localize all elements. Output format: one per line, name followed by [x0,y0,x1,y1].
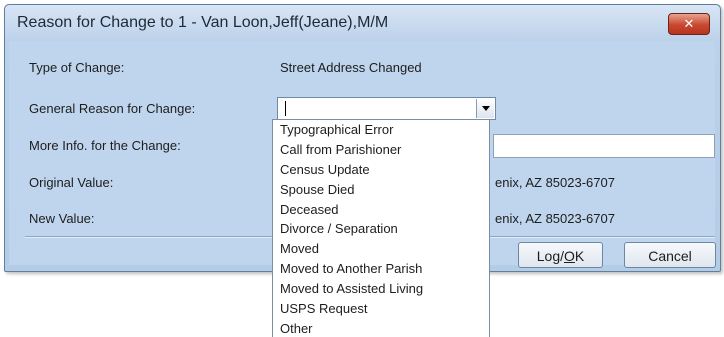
close-button[interactable]: ✕ [668,13,710,35]
new-value-text: enix, AZ 85023-6707 [495,211,615,226]
more-info-input[interactable] [493,134,715,158]
general-reason-combobox[interactable] [277,97,496,120]
dialog-title: Reason for Change to 1 - Van Loon,Jeff(J… [17,14,389,31]
dropdown-option-moved-to-another-parish[interactable]: Moved to Another Parish [273,259,489,279]
close-icon: ✕ [683,16,695,31]
dropdown-option-divorce-separation[interactable]: Divorce / Separation [273,219,489,239]
original-value-label: Original Value: [29,175,114,190]
dropdown-button[interactable] [476,99,494,118]
chevron-down-icon [481,106,490,111]
more-info-label: More Info. for the Change: [29,138,181,153]
cancel-button-label: Cancel [648,248,692,264]
log-ok-suffix: K [574,248,585,264]
dropdown-option-moved[interactable]: Moved [273,239,489,259]
dropdown-option-usps-request[interactable]: USPS Request [273,299,489,319]
log-ok-prefix: Log/ [536,248,564,264]
cancel-button[interactable]: Cancel [624,242,716,268]
dropdown-option-spouse-died[interactable]: Spouse Died [273,180,489,200]
dropdown-option-other[interactable]: Other [273,319,489,337]
type-of-change-label: Type of Change: [29,60,125,75]
general-reason-label: General Reason for Change: [29,101,196,116]
reason-dropdown-list[interactable]: Typographical Error Call from Parishione… [272,119,490,337]
dropdown-option-call-from-parishioner[interactable]: Call from Parishioner [273,140,489,160]
dropdown-option-deceased[interactable]: Deceased [273,200,489,220]
new-value-label: New Value: [29,211,95,226]
log-ok-mnemonic: O [564,248,575,264]
type-of-change-value: Street Address Changed [280,60,422,75]
dropdown-option-moved-to-assisted-living[interactable]: Moved to Assisted Living [273,279,489,299]
title-bar[interactable]: Reason for Change to 1 - Van Loon,Jeff(J… [5,5,720,41]
dropdown-option-census-update[interactable]: Census Update [273,160,489,180]
dropdown-option-typographical-error[interactable]: Typographical Error [273,120,489,140]
original-value-text: enix, AZ 85023-6707 [495,175,615,190]
text-caret [285,101,286,116]
log-ok-button[interactable]: Log/OK [518,242,603,268]
